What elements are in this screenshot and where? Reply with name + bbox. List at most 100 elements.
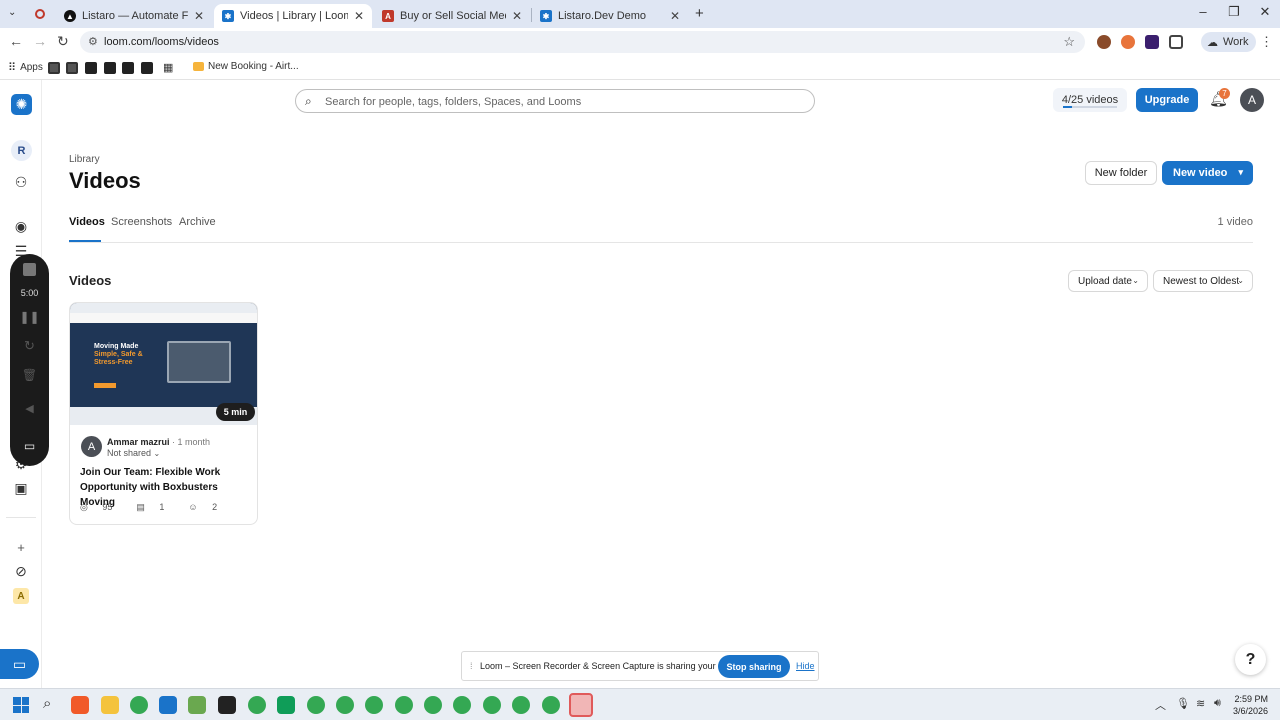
tab-search-chevron-icon[interactable]: ⌄ bbox=[8, 7, 16, 18]
tab-screenshots[interactable]: Screenshots bbox=[111, 216, 172, 228]
tab-archive[interactable]: Archive bbox=[179, 216, 216, 228]
file-explorer-icon[interactable] bbox=[101, 696, 119, 714]
apps-grid-icon: ⠿ bbox=[8, 62, 17, 74]
brave-browser-icon[interactable] bbox=[71, 696, 89, 714]
bookmark-icon-2[interactable] bbox=[66, 62, 78, 74]
address-bar[interactable]: ⚙ loom.com/looms/videos ☆ bbox=[80, 31, 1085, 53]
bookmark-icon-4[interactable] bbox=[104, 62, 116, 74]
bookmark-icon-6[interactable] bbox=[141, 62, 153, 74]
spaces-icon[interactable]: ⊘ bbox=[10, 560, 32, 582]
close-tab-icon[interactable]: ✕ bbox=[354, 9, 364, 23]
windows-start-icon[interactable] bbox=[13, 697, 29, 713]
close-tab-icon[interactable]: ✕ bbox=[670, 9, 680, 23]
stop-recording-icon[interactable] bbox=[23, 263, 36, 276]
profile-button[interactable]: ☁ Work bbox=[1201, 32, 1257, 52]
camera-toggle-icon[interactable]: ▭ bbox=[10, 439, 49, 453]
close-tab-icon[interactable]: ✕ bbox=[512, 9, 522, 23]
back-icon[interactable]: ← bbox=[9, 33, 23, 49]
pause-icon[interactable]: ❚❚ bbox=[10, 310, 49, 324]
sort-order-select[interactable]: Newest to Oldest ⌄ bbox=[1153, 270, 1253, 292]
delete-icon[interactable]: 🗑 bbox=[10, 368, 49, 382]
bookmark-new-booking[interactable]: New Booking - Airt... bbox=[193, 61, 299, 72]
site-info-icon[interactable]: ⚙ bbox=[88, 35, 98, 48]
volume-icon[interactable]: ◀ bbox=[10, 402, 49, 415]
chrome-profile-icon[interactable] bbox=[542, 696, 560, 714]
browser-tab-listaro[interactable]: ▲ Listaro — Automate Facebook ✕ bbox=[56, 4, 212, 28]
vscode-icon[interactable] bbox=[159, 696, 177, 714]
minimize-window-icon[interactable]: – bbox=[1188, 4, 1218, 19]
new-video-button[interactable]: New video ▾ bbox=[1162, 161, 1253, 185]
loom-favicon-icon: ✱ bbox=[540, 10, 552, 22]
breadcrumb[interactable]: Library bbox=[69, 154, 100, 165]
bookmark-grid-icon[interactable]: ▦ bbox=[163, 61, 173, 74]
url-text[interactable]: loom.com/looms/videos bbox=[104, 36, 219, 48]
extension-purple-icon[interactable] bbox=[1145, 35, 1159, 49]
reload-icon[interactable]: ↻ bbox=[57, 33, 69, 50]
record-new-video-button[interactable]: ▭ bbox=[0, 649, 39, 679]
extensions-puzzle-icon[interactable] bbox=[1169, 35, 1183, 49]
upgrade-button[interactable]: Upgrade bbox=[1136, 88, 1198, 112]
volume-icon[interactable]: 🔊︎ bbox=[1214, 697, 1221, 710]
drag-handle-icon[interactable]: ⁞ bbox=[470, 661, 473, 671]
microphone-icon[interactable]: 🎙︎ bbox=[1176, 697, 1190, 710]
views-count: 95 bbox=[102, 502, 113, 512]
restore-window-icon[interactable]: ❐ bbox=[1219, 4, 1249, 20]
loom-logo-icon[interactable]: ✺ bbox=[11, 94, 32, 115]
search-icon[interactable]: ⌕ bbox=[43, 695, 51, 712]
chrome-profile-icon[interactable] bbox=[424, 696, 442, 714]
browser-tab-social-accounts[interactable]: A Buy or Sell Social Media Accou ✕ bbox=[374, 4, 530, 28]
video-quota-indicator[interactable]: 4/25 videos bbox=[1053, 88, 1127, 112]
chrome-profile-icon[interactable] bbox=[248, 696, 266, 714]
section-title: Videos bbox=[69, 273, 112, 288]
chrome-profile-icon[interactable] bbox=[307, 696, 325, 714]
bookmark-icon-1[interactable] bbox=[48, 62, 60, 74]
browser-menu-icon[interactable]: ⋮ bbox=[1260, 34, 1273, 50]
browser-tab-loom[interactable]: ✱ Videos | Library | Loom ✕ bbox=[214, 4, 372, 28]
restart-icon[interactable]: ↻ bbox=[10, 338, 49, 354]
bookmark-star-icon[interactable]: ☆ bbox=[1063, 34, 1075, 50]
close-tab-icon[interactable]: ✕ bbox=[194, 9, 204, 23]
chrome-active-icon[interactable] bbox=[569, 693, 593, 717]
thumbnail-headline-line: Simple, Safe & bbox=[94, 351, 143, 358]
add-space-icon[interactable]: + bbox=[10, 536, 32, 558]
sharing-status-label: Not shared bbox=[107, 448, 152, 458]
system-clock[interactable]: 2:59 PM 3/6/2026 bbox=[1228, 693, 1268, 717]
new-folder-button[interactable]: New folder bbox=[1085, 161, 1157, 185]
chrome-profile-icon[interactable] bbox=[483, 696, 501, 714]
close-window-icon[interactable]: ✕ bbox=[1250, 4, 1280, 20]
new-tab-icon[interactable]: + bbox=[695, 5, 704, 22]
bookmark-icon-5[interactable] bbox=[122, 62, 134, 74]
wifi-icon[interactable]: ≋ bbox=[1196, 697, 1205, 710]
workspace-avatar[interactable]: R bbox=[11, 140, 32, 161]
bookmark-icon-3[interactable] bbox=[85, 62, 97, 74]
bookmark-apps[interactable]: ⠿ Apps bbox=[8, 61, 43, 74]
forward-icon[interactable]: → bbox=[33, 33, 47, 49]
chrome-profile-icon[interactable] bbox=[336, 696, 354, 714]
chrome-profile-icon[interactable] bbox=[365, 696, 383, 714]
terminal-icon[interactable] bbox=[218, 696, 236, 714]
space-avatar[interactable]: A bbox=[13, 588, 29, 604]
invite-people-icon[interactable]: ⚇ bbox=[10, 171, 32, 193]
tab-videos[interactable]: Videos bbox=[69, 216, 105, 228]
help-button[interactable]: ? bbox=[1235, 644, 1266, 675]
sort-field-select[interactable]: Upload date ⌄ bbox=[1068, 270, 1148, 292]
extension-cookie-icon[interactable] bbox=[1097, 35, 1111, 49]
browser-tab-listaro-demo[interactable]: ✱ Listaro.Dev Demo ✕ bbox=[532, 4, 688, 28]
search-input[interactable]: ⌕ Search for people, tags, folders, Spac… bbox=[295, 89, 815, 113]
chrome-profile-icon[interactable] bbox=[453, 696, 471, 714]
extension-asterisk-icon[interactable] bbox=[1121, 35, 1135, 49]
user-avatar[interactable]: A bbox=[1240, 88, 1264, 112]
sharing-status[interactable]: Not shared ⌄ bbox=[107, 448, 160, 458]
video-card[interactable]: Moving Made Simple, Safe & Stress-Free 5… bbox=[69, 302, 258, 525]
stop-sharing-button[interactable]: Stop sharing bbox=[718, 655, 790, 678]
tray-overflow-icon[interactable]: ︿ bbox=[1155, 697, 1166, 713]
screenshot-icon[interactable]: ▣ bbox=[10, 477, 32, 499]
chrome-profile-icon[interactable] bbox=[395, 696, 413, 714]
notepad-icon[interactable] bbox=[188, 696, 206, 714]
thumbnail-browser-bar bbox=[70, 303, 257, 313]
chrome-profile-icon[interactable] bbox=[512, 696, 530, 714]
personal-home-icon[interactable]: ◉ bbox=[10, 215, 32, 237]
chrome-icon[interactable] bbox=[130, 696, 148, 714]
hide-link[interactable]: Hide bbox=[796, 661, 815, 671]
spreadsheet-icon[interactable] bbox=[277, 696, 295, 714]
